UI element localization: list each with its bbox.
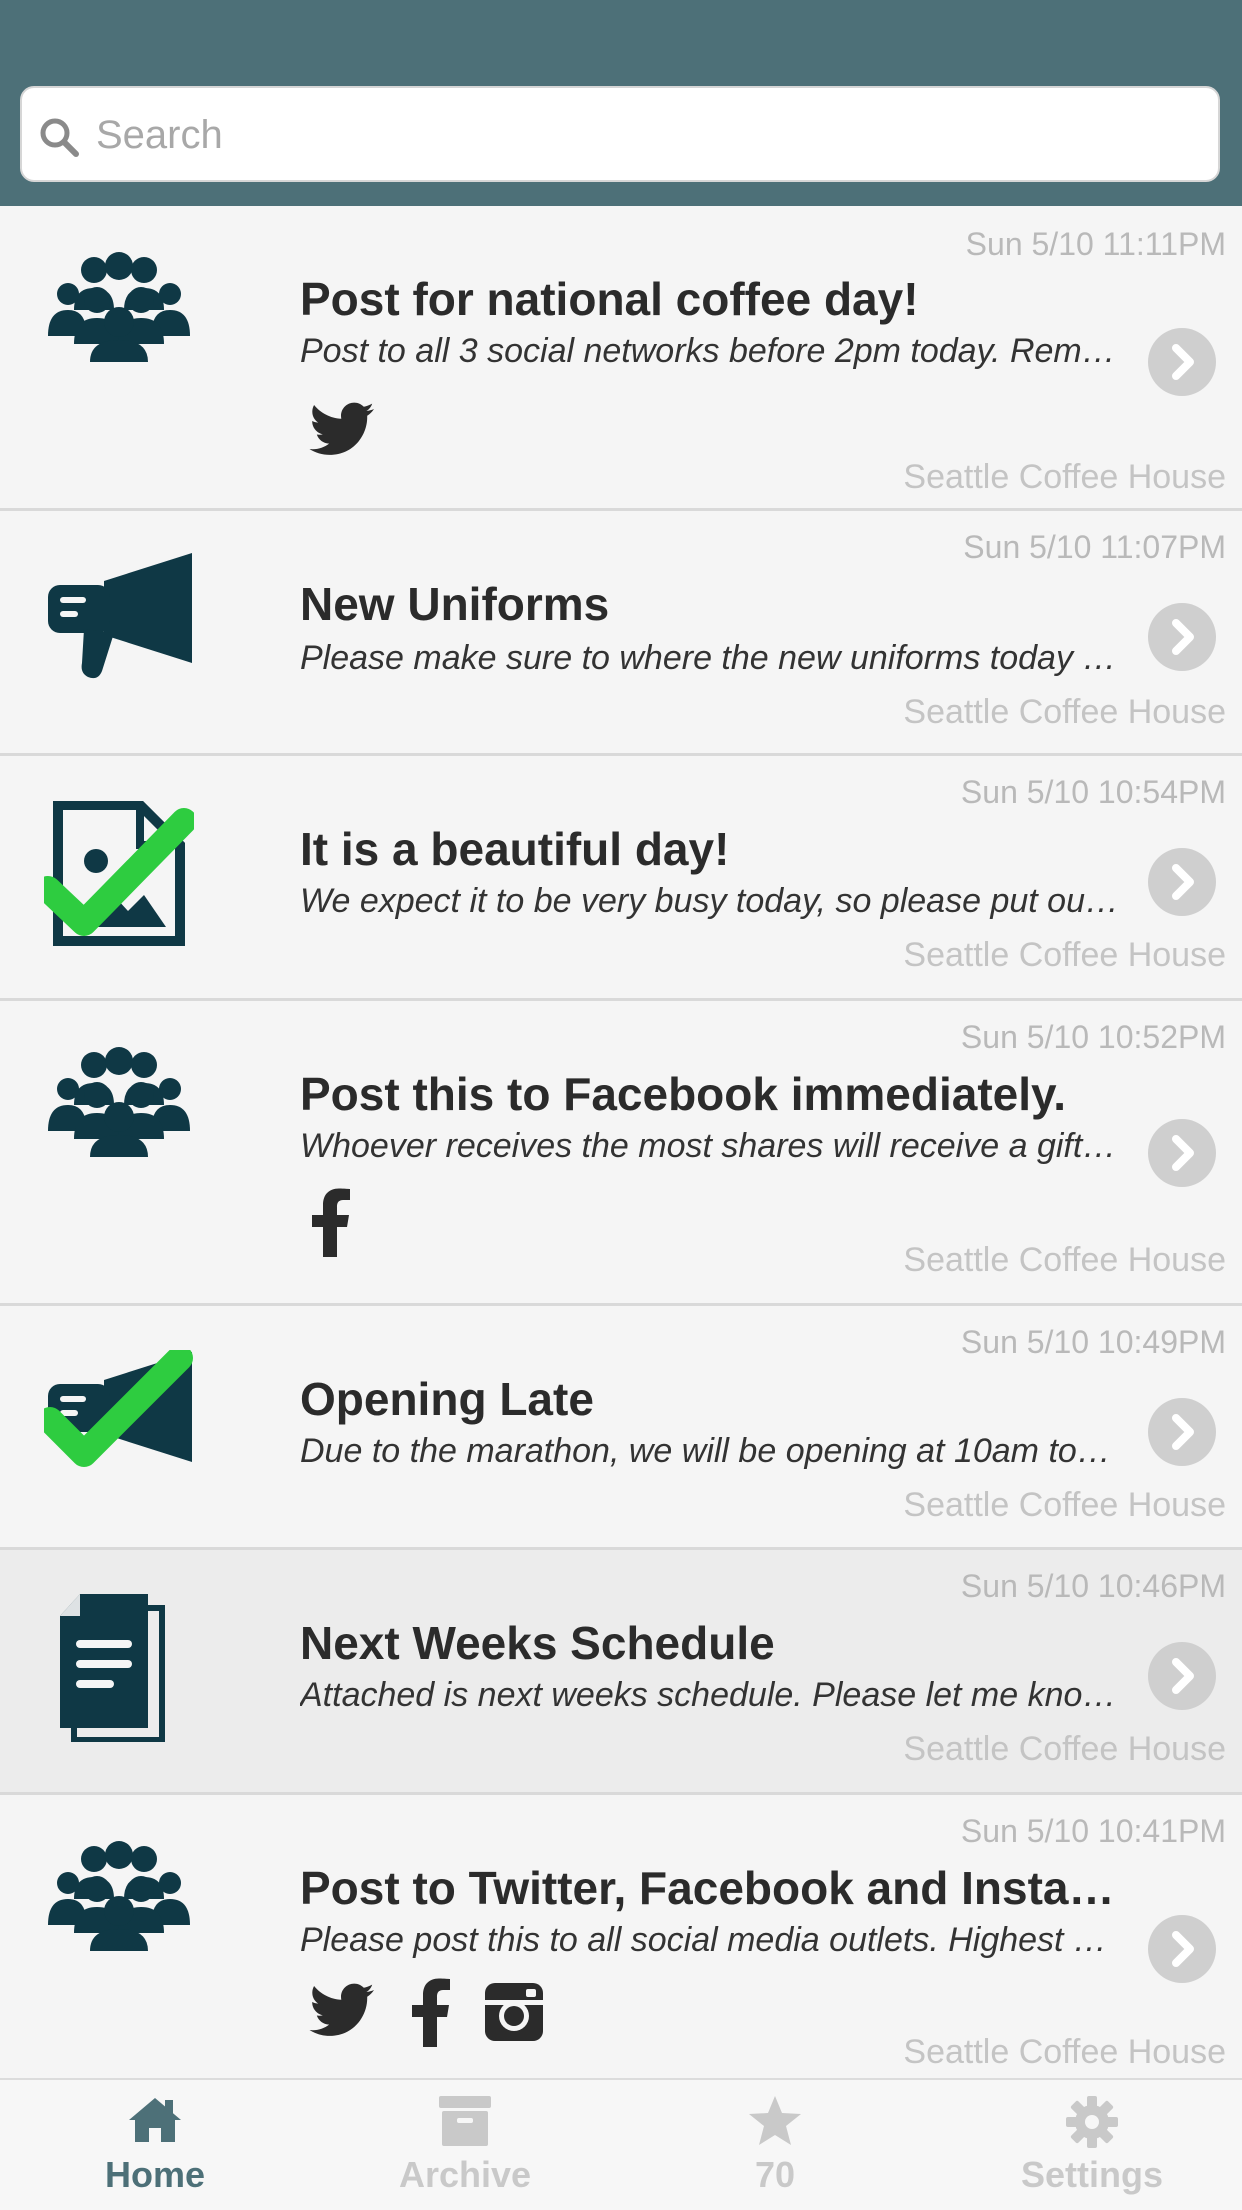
tab-favorites[interactable]: 70 (665, 2080, 885, 2210)
twitter-icon (309, 402, 374, 455)
post-title: Post this to Facebook immediately. (300, 1068, 1066, 1120)
tab-home[interactable]: Home (45, 2080, 265, 2210)
post-title: Opening Late (300, 1373, 594, 1425)
image-document-icon (44, 801, 194, 946)
post-title: Post to Twitter, Facebook and Instagram (300, 1862, 1120, 1914)
facebook-icon (312, 1188, 350, 1257)
tab-archive[interactable]: Archive (355, 2080, 575, 2210)
twitter-icon (309, 1983, 374, 2036)
tab-settings[interactable]: Settings (982, 2080, 1202, 2210)
group-icon (48, 1841, 190, 1951)
post-summary: We expect it to be very busy today, so p… (300, 882, 1120, 920)
group-icon (48, 1047, 190, 1157)
tab-bar: Home Archive 70 Settings (0, 2078, 1242, 2210)
tab-label: Archive (398, 2154, 532, 2195)
star-icon (749, 2096, 801, 2145)
post-title: It is a beautiful day! (300, 823, 730, 875)
post-location: Seattle Coffee House (903, 693, 1226, 731)
post-date: Sun 5/10 11:11PM (965, 226, 1226, 262)
archive-icon (439, 2096, 491, 2146)
tab-label: Home (104, 2154, 206, 2195)
social-icons (308, 1187, 352, 1257)
header-bar (0, 0, 1242, 206)
post-summary: Post to all 3 social networks before 2pm… (300, 332, 1120, 370)
search-bar[interactable] (20, 86, 1220, 182)
post-summary: Please make sure to where the new unifor… (300, 639, 1120, 677)
post-location: Seattle Coffee House (903, 458, 1226, 496)
gear-icon (1066, 2096, 1118, 2148)
post-date: Sun 5/10 10:54PM (960, 774, 1226, 810)
post-title: Post for national coffee day! (300, 273, 919, 325)
facebook-icon (412, 1978, 450, 2047)
chevron-right-icon[interactable] (1148, 848, 1216, 916)
post-location: Seattle Coffee House (903, 936, 1226, 974)
search-input[interactable] (96, 102, 1196, 168)
list-item[interactable]: Sun 5/10 10:52PM Post this to Facebook i… (0, 1001, 1242, 1306)
post-location: Seattle Coffee House (903, 1241, 1226, 1279)
chevron-right-icon[interactable] (1148, 1398, 1216, 1466)
social-icons (308, 396, 378, 466)
social-icons (308, 1977, 546, 2047)
home-icon (129, 2098, 181, 2142)
post-date: Sun 5/10 10:49PM (960, 1324, 1226, 1360)
megaphone-icon (48, 553, 192, 679)
list-item[interactable]: Sun 5/10 10:54PM It is a beautiful day! … (0, 756, 1242, 1001)
post-list: Sun 5/10 11:11PM Post for national coffe… (0, 206, 1242, 2078)
post-date: Sun 5/10 10:52PM (960, 1019, 1226, 1055)
tab-label: Settings (1020, 2154, 1163, 2195)
chevron-right-icon[interactable] (1148, 1915, 1216, 1983)
post-date: Sun 5/10 11:07PM (963, 529, 1226, 565)
post-date: Sun 5/10 10:46PM (960, 1568, 1226, 1604)
chevron-right-icon[interactable] (1148, 328, 1216, 396)
tab-label: 70 (754, 2154, 796, 2195)
documents-icon (60, 1594, 165, 1742)
list-item[interactable]: Sun 5/10 10:46PM Next Weeks Schedule Att… (0, 1550, 1242, 1795)
post-summary: Please post this to all social media out… (300, 1921, 1120, 1959)
group-icon (48, 252, 190, 362)
instagram-icon (485, 1983, 543, 2041)
post-summary: Due to the marathon, we will be opening … (300, 1432, 1120, 1470)
list-item[interactable]: Sun 5/10 11:11PM Post for national coffe… (0, 206, 1242, 511)
post-location: Seattle Coffee House (903, 2033, 1226, 2071)
search-icon (40, 118, 79, 157)
list-item[interactable]: Sun 5/10 10:41PM Post to Twitter, Facebo… (0, 1795, 1242, 2078)
chevron-right-icon[interactable] (1148, 1642, 1216, 1710)
list-item[interactable]: Sun 5/10 10:49PM Opening Late Due to the… (0, 1306, 1242, 1550)
list-item[interactable]: Sun 5/10 11:07PM New Uniforms Please mak… (0, 511, 1242, 756)
post-summary: Whoever receives the most shares will re… (300, 1127, 1120, 1165)
chevron-right-icon[interactable] (1148, 1119, 1216, 1187)
post-location: Seattle Coffee House (903, 1730, 1226, 1768)
post-summary: Attached is next weeks schedule. Please … (300, 1676, 1120, 1714)
megaphone-icon (44, 1350, 193, 1467)
post-title: Next Weeks Schedule (300, 1617, 775, 1669)
post-date: Sun 5/10 10:41PM (960, 1813, 1226, 1849)
post-location: Seattle Coffee House (903, 1486, 1226, 1524)
post-title: New Uniforms (300, 578, 610, 630)
chevron-right-icon[interactable] (1148, 603, 1216, 671)
